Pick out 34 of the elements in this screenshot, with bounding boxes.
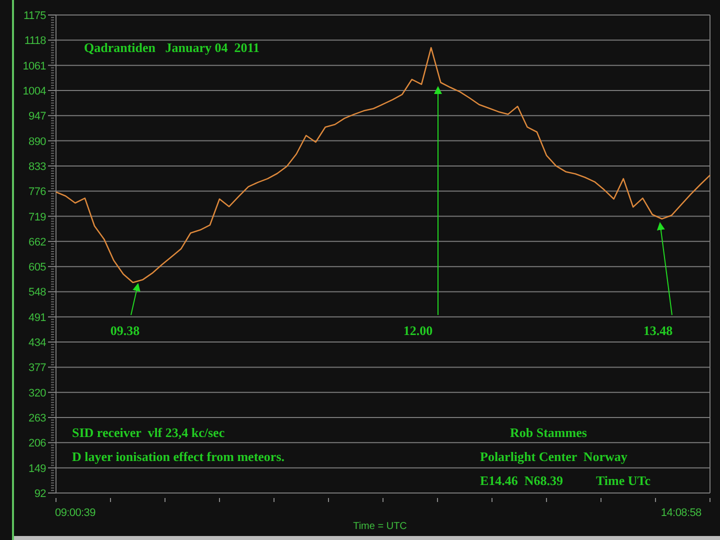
axis-tick-label: 1004 (22, 85, 46, 98)
axis-tick-label: 1118 (24, 35, 46, 48)
axis-tick-label: 1061 (22, 60, 46, 72)
axis-tick-label: 548 (28, 286, 46, 299)
axis-tick-label: 833 (28, 160, 46, 173)
annotation-label: SID receiver vlf 23,4 kc/sec (72, 425, 225, 440)
axis-tick-label: 491 (28, 312, 46, 324)
annotation-label: D layer ionisation effect from meteors. (72, 449, 285, 464)
annotation-label: Rob Stammes (510, 425, 587, 440)
axis-tick-label: 1175 (24, 10, 46, 22)
annotation-label: 13.48 (643, 323, 673, 338)
axis-tick-label: 719 (28, 211, 46, 224)
axis-tick-label: 14:08:58 (660, 507, 702, 519)
axis-tick-label: 320 (28, 387, 46, 400)
axis-tick-label: 377 (28, 362, 46, 374)
axis-tick-label: 662 (28, 236, 46, 248)
axis-tick-label: 263 (28, 412, 46, 425)
axis-tick-label: 92 (34, 488, 46, 500)
axis-tick-label: 947 (28, 110, 46, 123)
axis-tick-label: 605 (28, 262, 46, 274)
chart-title: Qadrantiden January 04 2011 (84, 40, 260, 55)
axis-tick-label: 776 (28, 186, 46, 198)
annotation-arrow (130, 283, 140, 316)
annotation-label: Time UTc (596, 473, 651, 488)
axis-tick-label: 09:00:39 (55, 507, 96, 519)
axis-label: Time = UTC (353, 521, 407, 532)
axis-tick-label: 206 (28, 438, 46, 450)
axis-tick-label: 434 (28, 337, 46, 350)
axis-tick-label: 890 (28, 136, 46, 148)
annotation-label: Polarlight Center Norway (480, 449, 628, 464)
annotation-label: E14.46 N68.39 (480, 473, 564, 488)
annotation-label: 12.00 (403, 323, 433, 338)
annotation-label: 09.38 (110, 323, 140, 338)
axis-tick-label: 149 (28, 462, 46, 475)
